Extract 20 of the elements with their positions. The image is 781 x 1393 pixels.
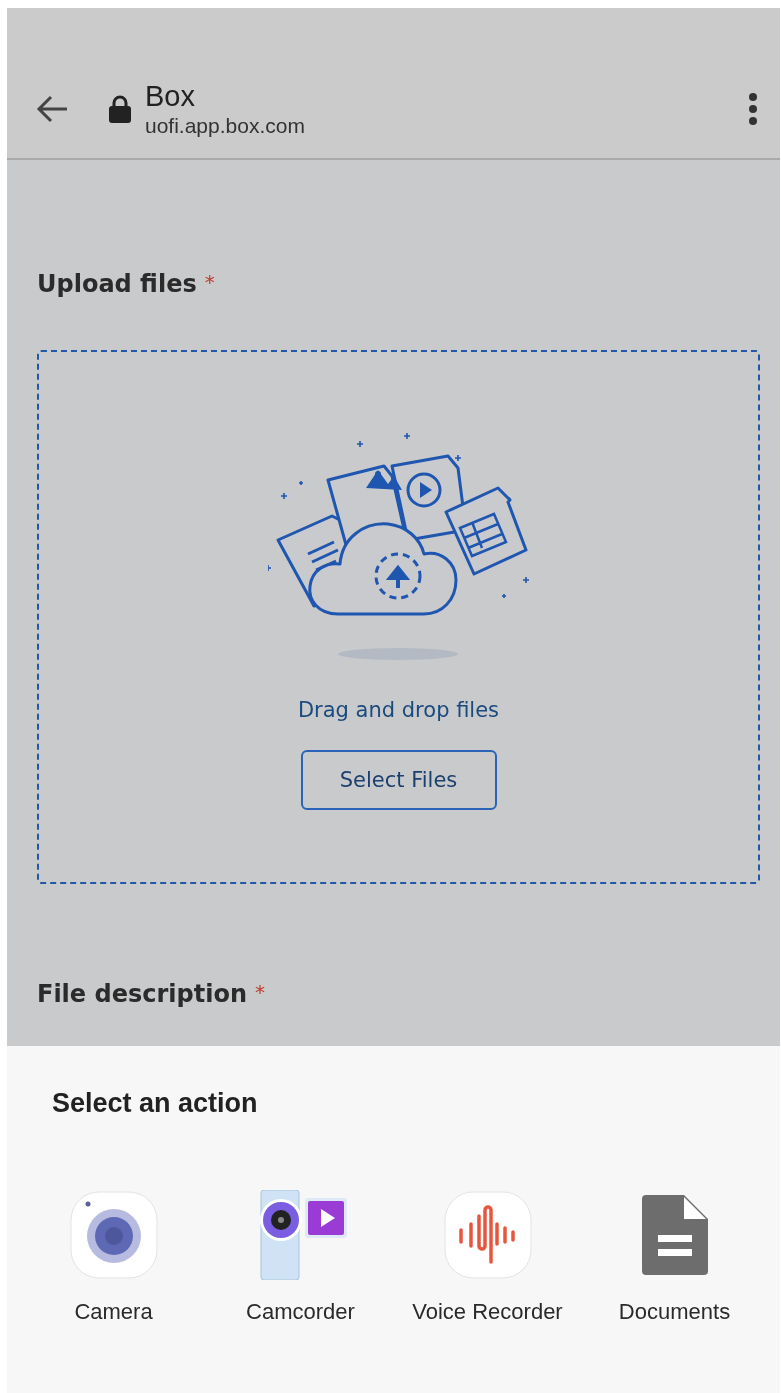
page-url: uofi.app.box.com <box>145 113 306 139</box>
drop-zone[interactable]: Drag and drop files Select Files <box>37 350 760 884</box>
app-option[interactable]: Camcorder <box>207 1189 394 1325</box>
app-option[interactable]: Documents <box>581 1189 768 1325</box>
field-label: Upload files <box>37 270 197 298</box>
back-button[interactable] <box>35 94 69 124</box>
lock-icon <box>109 95 131 123</box>
voice-recorder-icon <box>442 1190 533 1280</box>
page-title: Box <box>145 79 196 113</box>
camera-icon <box>68 1190 159 1280</box>
required-mark: * <box>204 270 215 294</box>
field-label: File description <box>37 980 247 1008</box>
document-icon <box>641 1195 708 1275</box>
required-mark: * <box>254 980 265 1004</box>
select-files-button[interactable]: Select Files <box>300 750 497 810</box>
sheet-title: Select an action <box>52 1088 259 1119</box>
app-option[interactable]: Camera <box>20 1189 207 1325</box>
app-option[interactable]: Voice Recorder <box>394 1189 581 1325</box>
drop-hint: Drag and drop files <box>297 698 500 722</box>
menu-button[interactable] <box>748 92 758 126</box>
